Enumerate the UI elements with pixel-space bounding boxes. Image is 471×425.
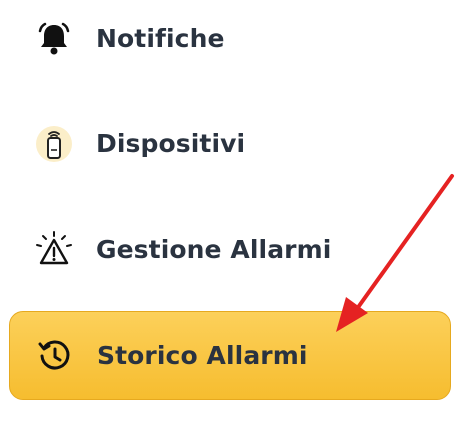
menu-item-storico-allarmi[interactable]: Storico Allarmi: [9, 311, 451, 400]
history-icon: [32, 333, 78, 379]
menu-item-label: Storico Allarmi: [97, 340, 308, 370]
menu-item-gestione-allarmi[interactable]: Gestione Allarmi: [9, 205, 451, 294]
remote-device-icon: [31, 121, 77, 167]
menu-item-label: Notifiche: [96, 23, 225, 53]
bell-icon: [31, 16, 77, 62]
menu-item-notifiche[interactable]: Notifiche: [9, 0, 451, 83]
menu-item-label: Dispositivi: [96, 128, 246, 158]
menu-item-label: Gestione Allarmi: [96, 234, 332, 264]
menu-item-dispositivi[interactable]: Dispositivi: [9, 99, 451, 188]
warning-alarm-icon: [31, 227, 77, 273]
